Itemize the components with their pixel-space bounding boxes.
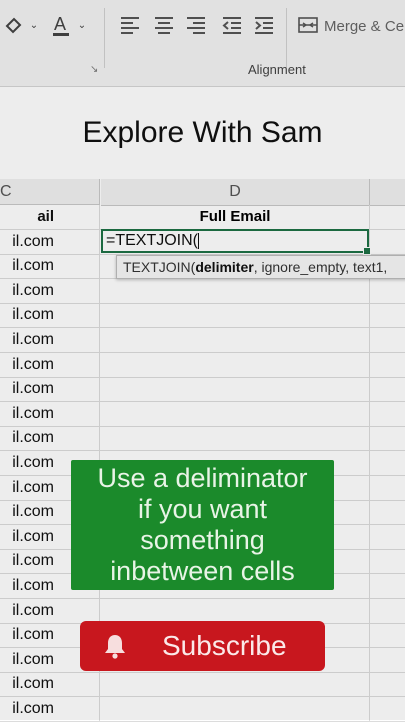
table-row: ail Full Email xyxy=(0,205,405,230)
bell-icon xyxy=(105,635,125,659)
callout-line: if you want xyxy=(137,494,268,524)
table-cell[interactable]: il.com xyxy=(0,377,100,401)
table-cell[interactable] xyxy=(370,205,405,229)
table-cell[interactable] xyxy=(370,500,405,524)
text-cursor xyxy=(198,232,200,249)
table-cell[interactable] xyxy=(101,599,370,623)
table-cell[interactable] xyxy=(370,599,405,623)
header-cell-c[interactable]: ail xyxy=(0,205,100,229)
table-cell[interactable] xyxy=(370,648,405,672)
column-header-d-label: D xyxy=(229,183,241,200)
table-cell[interactable] xyxy=(370,279,405,303)
table-cell[interactable]: il.com xyxy=(0,303,100,327)
table-cell[interactable] xyxy=(370,353,405,377)
column-header-e[interactable] xyxy=(370,179,405,206)
ribbon-separator xyxy=(104,8,105,68)
table-cell[interactable]: il.com xyxy=(0,697,100,721)
callout-box: Use a deliminator if you want something … xyxy=(71,460,334,590)
table-cell[interactable] xyxy=(101,672,370,696)
table-cell[interactable] xyxy=(101,303,370,327)
fill-handle[interactable] xyxy=(363,247,371,255)
table-cell[interactable]: il.com xyxy=(0,230,100,254)
column-header-c-label: C xyxy=(0,182,12,200)
table-cell[interactable] xyxy=(370,230,405,254)
table-cell[interactable] xyxy=(370,697,405,721)
table-row: il.com xyxy=(0,672,405,697)
channel-title: Explore With Sam xyxy=(82,116,323,149)
table-row: il.com xyxy=(0,697,405,722)
table-cell[interactable] xyxy=(101,279,370,303)
tooltip-current-arg[interactable]: delimiter xyxy=(195,259,253,275)
table-row: il.com xyxy=(0,353,405,378)
ribbon-separator xyxy=(286,8,287,68)
table-row: il.com xyxy=(0,328,405,353)
merge-center-label[interactable]: Merge & Ce xyxy=(324,18,404,35)
ribbon: ⌄ A ⌄ ↘ Merge & Ce Alignment xyxy=(0,0,405,87)
table-cell[interactable] xyxy=(370,402,405,426)
table-cell[interactable] xyxy=(370,426,405,450)
align-right-icon[interactable] xyxy=(184,12,208,38)
table-cell[interactable] xyxy=(101,697,370,721)
table-cell[interactable] xyxy=(370,476,405,500)
subscribe-button[interactable]: Subscribe xyxy=(80,621,325,671)
increase-indent-icon[interactable] xyxy=(252,12,276,38)
table-cell[interactable] xyxy=(101,426,370,450)
font-dialog-launcher-icon[interactable]: ↘ xyxy=(90,64,98,75)
merge-center-icon[interactable] xyxy=(296,12,320,38)
decrease-indent-icon[interactable] xyxy=(220,12,244,38)
active-cell-d2[interactable]: =TEXTJOIN( xyxy=(101,229,371,255)
callout-line: something xyxy=(140,525,265,555)
channel-title-band: Explore With Sam xyxy=(0,87,405,179)
fill-color-dropdown-icon[interactable]: ⌄ xyxy=(28,12,40,38)
table-cell[interactable]: il.com xyxy=(0,279,100,303)
formula-text: =TEXTJOIN( xyxy=(106,232,199,249)
tooltip-rest: , ignore_empty, text1, xyxy=(253,259,388,275)
column-header-d[interactable]: D xyxy=(101,179,370,206)
table-cell[interactable] xyxy=(370,451,405,475)
table-cell[interactable] xyxy=(370,377,405,401)
fill-color-icon[interactable] xyxy=(0,12,28,38)
align-left-icon[interactable] xyxy=(118,12,142,38)
align-center-icon[interactable] xyxy=(152,12,176,38)
table-row: il.com xyxy=(0,402,405,427)
table-cell[interactable]: il.com xyxy=(0,426,100,450)
table-cell[interactable]: il.com xyxy=(0,254,100,278)
tooltip-function[interactable]: TEXTJOIN( xyxy=(123,259,195,275)
table-cell[interactable]: il.com xyxy=(0,599,100,623)
table-cell[interactable] xyxy=(370,328,405,352)
alignment-group-label: Alignment xyxy=(248,62,306,77)
svg-text:A: A xyxy=(54,14,66,34)
table-cell[interactable]: il.com xyxy=(0,402,100,426)
callout-line: inbetween cells xyxy=(110,556,295,586)
header-cell-d[interactable]: Full Email xyxy=(101,205,370,229)
table-cell[interactable] xyxy=(101,377,370,401)
table-cell[interactable] xyxy=(370,525,405,549)
table-cell[interactable] xyxy=(370,672,405,696)
table-row: il.com xyxy=(0,303,405,328)
subscribe-label: Subscribe xyxy=(162,630,287,661)
table-row: il.com xyxy=(0,426,405,451)
table-row: il.com xyxy=(0,377,405,402)
table-cell[interactable]: il.com xyxy=(0,353,100,377)
table-cell[interactable]: il.com xyxy=(0,328,100,352)
function-tooltip[interactable]: TEXTJOIN(delimiter, ignore_empty, text1, xyxy=(116,255,405,279)
table-cell[interactable] xyxy=(370,549,405,573)
table-row: il.com xyxy=(0,279,405,304)
table-cell[interactable] xyxy=(101,328,370,352)
table-cell[interactable] xyxy=(101,353,370,377)
table-cell[interactable] xyxy=(101,402,370,426)
table-cell[interactable] xyxy=(370,623,405,647)
column-header-c[interactable]: C xyxy=(0,179,100,205)
font-color-icon[interactable]: A xyxy=(48,12,74,38)
font-color-dropdown-icon[interactable]: ⌄ xyxy=(76,12,88,38)
table-cell[interactable] xyxy=(370,303,405,327)
table-cell[interactable]: il.com xyxy=(0,672,100,696)
callout-line: Use a deliminator xyxy=(97,463,308,493)
table-cell[interactable] xyxy=(370,574,405,598)
